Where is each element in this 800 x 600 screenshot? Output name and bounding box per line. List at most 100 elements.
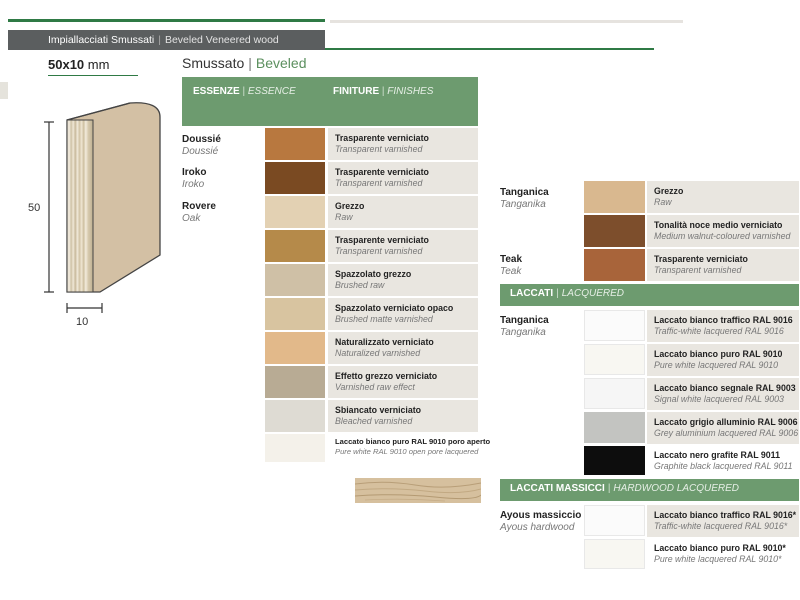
finish-swatch [584,310,645,341]
finish-swatch [265,162,325,194]
finish-label: Laccato nero grafite RAL 9011 Graphite bl… [647,445,799,477]
finish-label-en: Bleached varnished [335,416,413,426]
profile-plywood-core [66,119,94,293]
finish-swatch [584,249,645,281]
finish-label-en: Transparent varnished [335,144,423,154]
finish-label-it: Trasparente verniciato [335,235,429,245]
finish-label-it: Spazzolato grezzo [335,269,412,279]
finish-swatch [584,412,645,443]
lacquered-header-separator: | [556,288,559,299]
finish-swatch [265,298,325,330]
dimension-underline [48,75,138,76]
wood-name-it: Teak [500,254,523,265]
finish-swatch [265,400,325,432]
dimension-unit: mm [87,57,110,72]
header-essence: ESSENZE | ESSENCE [193,86,296,97]
finish-label: Trasparente verniciato Transparent varnis… [328,162,478,194]
finish-label: Laccato bianco traffico RAL 9016 Traffic-… [647,310,799,342]
lacquered-header: LACCATI | LACQUERED [500,284,799,306]
hardwood-header-it: LACCATI MASSICCI [510,483,605,494]
width-label: 10 [76,316,89,328]
wood-name-en: Iroko [182,179,205,190]
finish-label: Laccato bianco puro RAL 9010* Pure white … [647,538,799,570]
header-finish-it: FINITURE [333,86,380,97]
finish-label-it: Laccato bianco segnale RAL 9003 [654,383,796,393]
height-label: 50 [28,202,41,214]
finish-label-en: Signal white lacquered RAL 9003 [654,394,784,404]
finish-label: Trasparente verniciato Transparent varnis… [647,249,799,281]
finish-label: Tonalità noce medio verniciato Medium wal… [647,215,799,247]
finish-label: Effetto grezzo verniciato Varnished raw e… [328,366,478,398]
wood-name-en: Oak [182,213,201,224]
finish-label-en: Grey aluminium lacquered RAL 9006 [654,428,799,438]
finish-label: Laccato bianco puro RAL 9010 poro aperto… [328,432,491,464]
finish-label-it: Tonalità noce medio verniciato [654,220,783,230]
header-finishes: FINITURE | FINISHES [333,86,433,97]
wood-name: Iroko Iroko [182,167,206,191]
wood-grain-sample [355,478,481,503]
finish-swatch [584,181,645,213]
finish-label: Naturalizzato verniciato Naturalized varn… [328,332,478,364]
finish-swatch [265,230,325,262]
finish-label-it: Grezzo [654,186,684,196]
finish-swatch [584,539,645,569]
top-accent-bar [8,19,325,22]
finish-label-en: Brushed matte varnished [335,314,433,324]
finish-label-en: Transparent varnished [335,178,423,188]
wood-name-it: Ayous massiccio [500,510,582,521]
finish-label-it: Trasparente verniciato [335,167,429,177]
finish-label-it: Laccato bianco puro RAL 9010 poro aperto [335,437,491,446]
finish-label-en: Pure white RAL 9010 open pore lacquered [335,447,479,456]
finish-label-it: Laccato bianco traffico RAL 9016 [654,315,793,325]
finish-label-en: Transparent varnished [335,246,423,256]
finish-label-en: Brushed raw [335,280,385,290]
wood-name-it: Rovere [182,201,216,212]
header-finish-en: FINISHES [387,86,434,97]
finish-label-en: Pure white lacquered RAL 9010 [654,360,779,370]
finish-label: Grezzo Raw [647,181,799,213]
finish-label-it: Laccato grigio alluminio RAL 9006 [654,417,798,427]
wood-name: Rovere Oak [182,201,216,225]
wood-name-en: Teak [500,266,522,277]
finish-label-it: Laccato nero grafite RAL 9011 [654,450,780,460]
profile-drawing [44,102,161,313]
section-title-it: Smussato [182,55,245,71]
header-essence-en: ESSENCE [247,86,296,97]
finish-label: Laccato bianco segnale RAL 9003 Signal wh… [647,378,799,410]
header-separator: | [381,86,385,97]
wood-name: Tanganica Tanganika [500,315,549,339]
finish-label: Laccato bianco traffico RAL 9016* Traffic… [647,505,799,537]
finish-swatch [265,434,325,462]
finish-label-en: Graphite black lacquered RAL 9011 [654,461,793,471]
finish-swatch [584,378,645,409]
finish-label-en: Raw [335,212,353,222]
page-tab-marker [0,82,8,99]
top-grey-bar [330,20,683,23]
section-title-en: Beveled [255,55,307,71]
finish-label-it: Trasparente verniciato [335,133,429,143]
finish-label: Laccato grigio alluminio RAL 9006 Grey al… [647,412,799,444]
finish-label-en: Transparent varnished [654,265,742,275]
finish-label-it: Effetto grezzo verniciato [335,371,438,381]
hardwood-header-separator: | [607,483,611,494]
wood-name-en: Tanganika [500,199,546,210]
finish-label: Grezzo Raw [328,196,478,228]
finish-swatch [265,264,325,296]
lacquered-header-it: LACCATI [510,288,554,299]
finish-label: Trasparente verniciato Transparent varnis… [328,230,478,262]
breadcrumb-en: Beveled Veneered wood [164,34,279,46]
header-separator: | [242,86,246,97]
profile-dimension: 50x10 mm [48,57,109,72]
wood-name-en: Ayous hardwood [500,522,575,533]
section-title-separator: | [248,55,252,71]
dimension-value: 50x10 [48,57,85,72]
wood-name-it: Iroko [182,167,207,178]
finish-label-it: Naturalizzato verniciato [335,337,434,347]
wood-name-en: Tanganika [500,327,546,338]
finish-label-en: Raw [654,197,672,207]
finish-label-it: Trasparente verniciato [654,254,748,264]
finish-swatch [265,128,325,160]
finish-label-it: Sbiancato verniciato [335,405,422,415]
finish-label: Laccato bianco puro RAL 9010 Pure white l… [647,344,799,376]
section-title: Smussato | Beveled [182,55,306,71]
